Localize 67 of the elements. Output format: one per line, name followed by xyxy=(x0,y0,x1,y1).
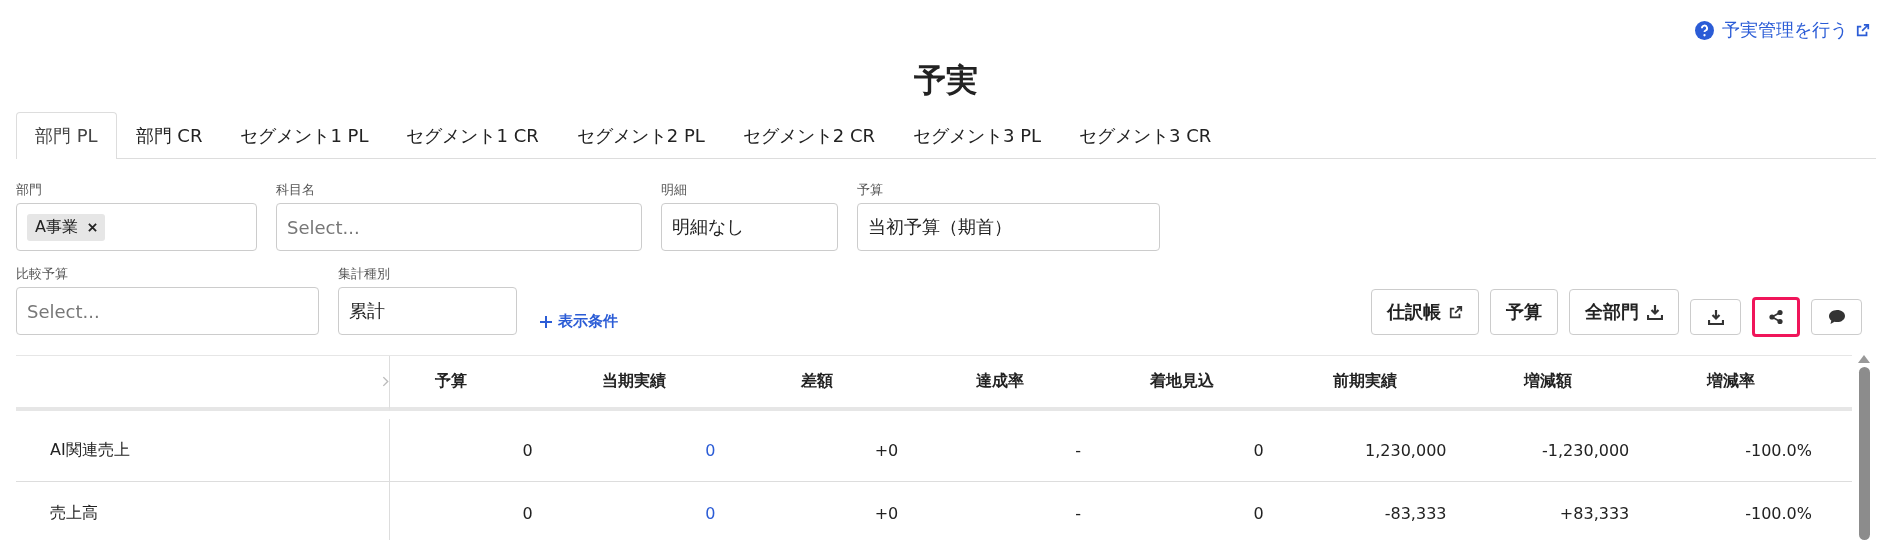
table-cell: -1,230,000 xyxy=(1542,440,1630,460)
tag-chip: A事業 xyxy=(27,213,105,241)
table-cell: +83,333 xyxy=(1559,503,1630,523)
chat-icon xyxy=(1827,309,1846,325)
download-icon xyxy=(1647,304,1663,320)
icon-button[interactable] xyxy=(1752,297,1800,337)
column-header: 増減額 xyxy=(1523,371,1572,392)
external-link-icon xyxy=(1856,23,1870,37)
row-label: AI関連売上 xyxy=(50,439,130,461)
table-cell: 0 xyxy=(1253,503,1264,523)
tab[interactable]: 部門 PL xyxy=(16,112,117,159)
toolbar-button[interactable]: 全部門 xyxy=(1569,289,1679,335)
external-link-icon xyxy=(1449,305,1463,319)
table-cell: +0 xyxy=(874,503,899,523)
table-cell: -83,333 xyxy=(1384,503,1447,523)
table-cell: 0 xyxy=(522,440,533,460)
select-field[interactable]: A事業 xyxy=(16,203,257,251)
share-icon xyxy=(1768,309,1784,325)
select-field[interactable]: 明細なし xyxy=(661,203,838,251)
value-link[interactable]: 0 xyxy=(705,440,716,460)
add-condition-link[interactable]: 表示条件 xyxy=(540,312,618,331)
table-cell: +0 xyxy=(874,440,899,460)
tab[interactable]: セグメント2 CR xyxy=(723,112,895,159)
column-header: 着地見込 xyxy=(1150,371,1215,392)
icon-button[interactable] xyxy=(1811,299,1862,335)
scroll-up-icon[interactable] xyxy=(1858,355,1870,363)
column-header: 増減率 xyxy=(1706,371,1755,392)
tab[interactable]: 部門 CR xyxy=(116,112,222,159)
value-link[interactable]: 0 xyxy=(705,503,716,523)
scrollbar-thumb[interactable] xyxy=(1858,367,1870,540)
download-icon xyxy=(1707,309,1724,325)
field-label: 集計種別 xyxy=(338,265,390,283)
table-cell: -100.0% xyxy=(1745,440,1812,460)
table-cell: - xyxy=(1075,503,1081,523)
close-icon[interactable] xyxy=(87,222,97,232)
tab[interactable]: セグメント2 PL xyxy=(557,112,724,159)
field-label: 明細 xyxy=(661,181,687,199)
tab[interactable]: セグメント1 CR xyxy=(387,112,558,159)
tab[interactable]: セグメント3 CR xyxy=(1060,112,1231,159)
tab[interactable]: セグメント1 PL xyxy=(221,112,388,159)
toolbar-button[interactable]: 仕訳帳 xyxy=(1371,289,1479,335)
field-label: 予算 xyxy=(857,181,883,199)
column-header: 予算 xyxy=(435,371,468,392)
table-cell: 0 xyxy=(1253,440,1264,460)
select-field[interactable]: Select... xyxy=(276,203,642,251)
row-label: 売上高 xyxy=(50,502,98,524)
select-field[interactable]: 累計 xyxy=(338,287,517,335)
table-cell: - xyxy=(1075,440,1081,460)
help-icon xyxy=(1695,20,1714,40)
page-title: 予実 xyxy=(914,60,978,100)
toolbar-button[interactable]: 予算 xyxy=(1490,289,1558,335)
table-cell: -100.0% xyxy=(1745,503,1812,523)
field-label: 比較予算 xyxy=(16,265,68,283)
table-cell: 1,230,000 xyxy=(1365,440,1447,460)
field-label: 科目名 xyxy=(276,181,315,199)
column-header: 差額 xyxy=(800,371,833,392)
table-cell: 0 xyxy=(522,503,533,523)
icon-button[interactable] xyxy=(1690,299,1741,335)
field-label: 部門 xyxy=(16,181,42,199)
column-header: 当期実績 xyxy=(602,371,667,392)
column-header: 前期実績 xyxy=(1333,371,1398,392)
plus-icon xyxy=(540,315,552,328)
select-field[interactable]: Select... xyxy=(16,287,319,335)
select-field[interactable]: 当初予算（期首） xyxy=(857,203,1160,251)
help-link[interactable]: 予実管理を行う xyxy=(1695,18,1870,42)
tab[interactable]: セグメント3 PL xyxy=(894,112,1061,159)
column-header: 達成率 xyxy=(975,371,1024,392)
